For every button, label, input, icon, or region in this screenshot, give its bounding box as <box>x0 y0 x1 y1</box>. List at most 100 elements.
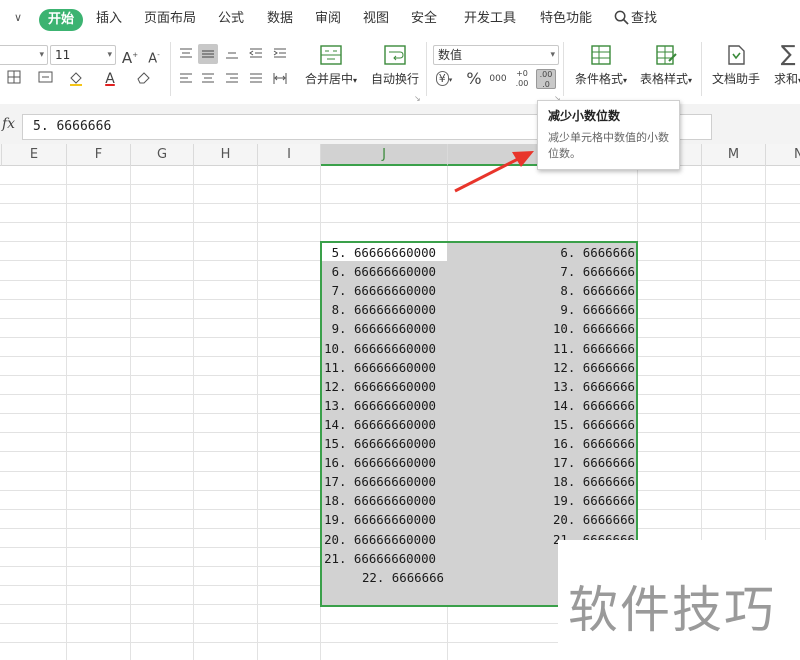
menu-tab-review[interactable]: 审阅 <box>315 0 341 36</box>
thousands-separator-button[interactable]: 000 <box>488 69 508 89</box>
tooltip-description: 减少单元格中数值的小数位数。 <box>548 131 669 160</box>
align-top-icon <box>180 48 192 58</box>
menu-bar: ∨ 开始 插入 页面布局 公式 数据 审阅 视图 安全 开发工具 特色功能 查找 <box>0 0 800 36</box>
doc-helper-icon <box>728 45 745 65</box>
clear-button[interactable] <box>134 70 154 90</box>
column-header-f[interactable]: F <box>67 144 131 166</box>
wrap-text-icon <box>384 45 406 65</box>
align-left-button[interactable] <box>176 69 196 89</box>
font-name-combo[interactable]: ▾ <box>0 45 48 65</box>
font-shrink-icon: A <box>148 51 158 67</box>
ribbon-separator <box>563 42 564 96</box>
align-middle-icon <box>202 50 214 58</box>
increase-decimal-icon: +0 <box>516 69 528 78</box>
percent-icon: % <box>466 69 482 88</box>
justify-button[interactable] <box>246 69 266 89</box>
justify-icon <box>250 73 262 83</box>
menu-tab-home[interactable]: 开始 <box>39 9 84 31</box>
doc-helper-button[interactable]: 文档助手 <box>708 40 764 96</box>
ribbon-separator <box>701 42 702 96</box>
watermark-text: 软件技巧 <box>568 581 776 639</box>
wrap-text-button[interactable]: 自动换行 <box>368 40 422 96</box>
fill-color-button[interactable] <box>66 70 86 90</box>
menu-dropdown-icon[interactable]: ∨ <box>10 10 26 26</box>
conditional-format-button[interactable]: 条件格式▾ <box>570 40 632 96</box>
decrease-decimal-button[interactable]: .00.0 <box>536 69 556 89</box>
formula-bar: fx 5. 6666666 <box>0 104 800 144</box>
font-size-combo[interactable]: 11 ▾ <box>50 45 116 65</box>
table-style-label: 表格样式 <box>639 72 688 86</box>
align-center-button[interactable] <box>198 69 218 89</box>
column-header-i[interactable]: I <box>258 144 321 166</box>
menu-tab-view[interactable]: 视图 <box>363 0 389 36</box>
autosum-label: 求和 <box>773 72 798 86</box>
fx-icon[interactable]: fx <box>2 116 15 132</box>
menu-tab-security[interactable]: 安全 <box>411 0 437 36</box>
distributed-button[interactable] <box>270 69 290 89</box>
cell-style-icon <box>38 71 53 83</box>
search-label: 查找 <box>631 11 658 26</box>
menu-tab-data[interactable]: 数据 <box>267 0 293 36</box>
column-header-j[interactable]: J <box>321 144 448 166</box>
merge-center-button[interactable]: 合并居中▾ <box>302 40 360 96</box>
font-grow-button[interactable]: A+ <box>120 45 140 67</box>
conditional-format-label: 条件格式 <box>574 72 623 86</box>
table-style-icon <box>656 45 677 65</box>
number-format-value: 数值 <box>438 48 463 62</box>
doc-helper-label: 文档助手 <box>711 72 760 86</box>
number-format-combo[interactable]: 数值 ▾ <box>433 45 559 65</box>
indent-decrease-button[interactable] <box>246 44 266 64</box>
align-middle-button[interactable] <box>198 44 218 64</box>
menu-tab-special[interactable]: 特色功能 <box>540 0 592 36</box>
borders-button[interactable] <box>4 70 24 90</box>
merge-center-label: 合并居中 <box>304 72 353 86</box>
wrap-text-label: 自动换行 <box>370 72 419 86</box>
autosum-button[interactable]: ∑ 求和▾ <box>768 40 800 96</box>
tooltip-title: 减少小数位数 <box>548 109 621 123</box>
align-center-icon <box>202 73 214 83</box>
column-header-h[interactable]: H <box>194 144 258 166</box>
decrease-decimal-glyph: .00 <box>539 70 553 79</box>
align-right-icon <box>226 73 238 83</box>
indent-increase-icon <box>273 48 286 58</box>
fill-format-button[interactable] <box>36 70 56 90</box>
ribbon-toolbar: ▾ 11 ▾ A+ A- A 合并居中▾ 自动换行 ↘ 数值 ▾ ¥ ▾ % 000 … <box>0 36 800 105</box>
borders-icon <box>7 70 21 84</box>
ribbon-separator <box>170 42 171 96</box>
alignment-settings-icon[interactable]: ↘ <box>414 94 421 103</box>
search-icon <box>614 10 629 25</box>
percent-button[interactable]: % <box>464 69 484 89</box>
indent-decrease-icon <box>249 48 262 58</box>
menu-tab-developer[interactable]: 开发工具 <box>464 0 516 36</box>
watermark: 软件技巧 <box>558 540 800 660</box>
font-size-value: 11 <box>55 48 71 62</box>
indent-increase-button[interactable] <box>270 44 290 64</box>
column-header-n[interactable]: N <box>766 144 800 166</box>
distributed-align-icon <box>273 73 287 84</box>
conditional-format-icon <box>591 45 611 65</box>
align-top-button[interactable] <box>176 44 196 64</box>
decrease-decimal-icon: .0 <box>542 80 550 89</box>
search-button[interactable]: 查找 <box>614 0 657 36</box>
menu-tab-insert[interactable]: 插入 <box>96 0 122 36</box>
align-bottom-icon <box>226 52 238 59</box>
column-header-row: E F G H I J M N <box>0 144 800 166</box>
column-header-e[interactable]: E <box>2 144 67 166</box>
font-shrink-button[interactable]: A- <box>144 45 164 67</box>
align-right-button[interactable] <box>222 69 242 89</box>
thousands-icon: 000 <box>489 74 507 84</box>
increase-decimal-button[interactable]: +0.00 <box>512 69 532 89</box>
menu-tab-formulas[interactable]: 公式 <box>218 0 244 36</box>
currency-button[interactable]: ¥ ▾ <box>434 69 454 89</box>
align-left-icon <box>180 73 192 83</box>
column-header-m[interactable]: M <box>702 144 766 166</box>
currency-icon: ¥ <box>435 71 449 86</box>
align-bottom-button[interactable] <box>222 44 242 64</box>
decrease-decimal-tooltip: 减少小数位数 减少单元格中数值的小数位数。 <box>537 100 680 170</box>
table-style-button[interactable]: 表格样式▾ <box>636 40 696 96</box>
grid-row-line <box>0 184 800 185</box>
column-header-g[interactable]: G <box>131 144 194 166</box>
font-color-button[interactable]: A <box>100 69 120 89</box>
ribbon-separator <box>426 42 427 96</box>
menu-tab-page-layout[interactable]: 页面布局 <box>144 0 196 36</box>
